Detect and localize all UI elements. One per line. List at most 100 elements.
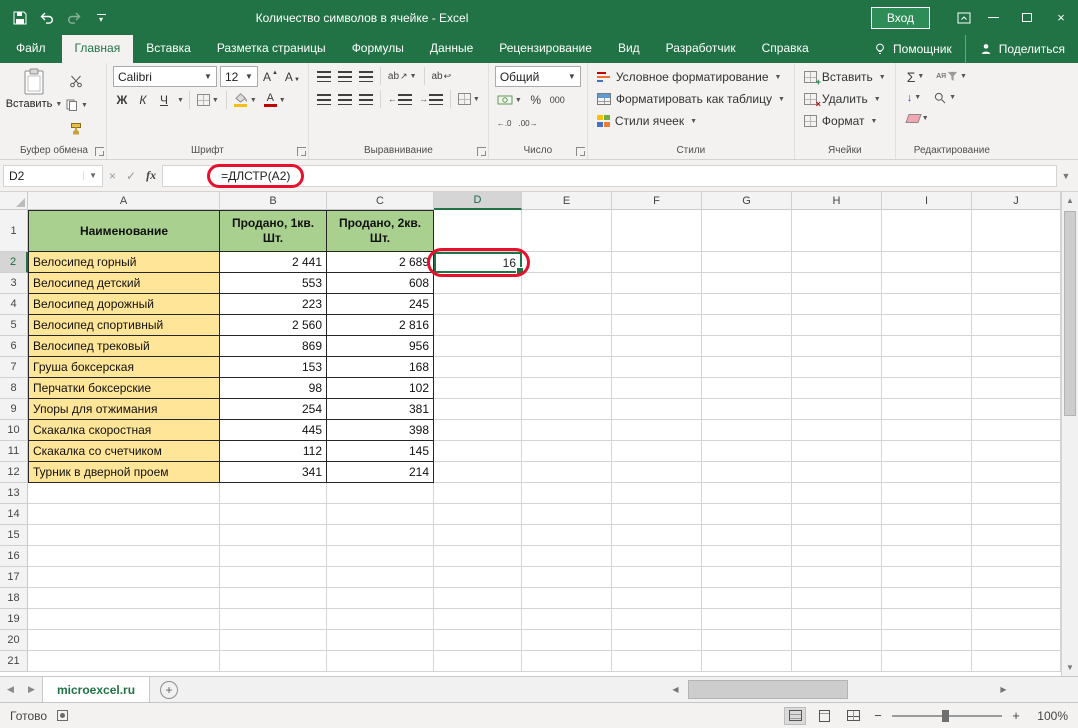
cell-I16[interactable] (882, 546, 972, 567)
bold-button[interactable]: Ж (113, 90, 131, 110)
cell-E12[interactable] (522, 462, 612, 483)
cell-I7[interactable] (882, 357, 972, 378)
cell-G15[interactable] (702, 525, 792, 546)
cell-B13[interactable] (220, 483, 327, 504)
zoom-slider-thumb[interactable] (942, 709, 949, 722)
cell-E2[interactable] (522, 252, 612, 273)
cell-E1[interactable] (522, 210, 612, 252)
vertical-scrollbar[interactable]: ▲ ▼ (1061, 192, 1078, 676)
new-sheet-button[interactable]: + (160, 680, 179, 699)
cell-A6[interactable]: Велосипед трековый (28, 336, 220, 357)
cell-B3[interactable]: 553 (220, 273, 327, 294)
cell-J10[interactable] (972, 420, 1061, 441)
cell-I9[interactable] (882, 399, 972, 420)
cell-B17[interactable] (220, 567, 327, 588)
align-bottom-button[interactable] (357, 66, 375, 86)
cell-C5[interactable]: 2 816 (327, 315, 434, 336)
cell-I2[interactable] (882, 252, 972, 273)
col-header-H[interactable]: H (792, 192, 882, 210)
cell-D7[interactable] (434, 357, 522, 378)
tab-главная[interactable]: Главная (61, 35, 134, 63)
cell-C14[interactable] (327, 504, 434, 525)
cell-I11[interactable] (882, 441, 972, 462)
cell-E4[interactable] (522, 294, 612, 315)
align-middle-button[interactable] (336, 66, 354, 86)
cell-F1[interactable] (612, 210, 702, 252)
cut-button[interactable] (63, 71, 90, 91)
cell-J15[interactable] (972, 525, 1061, 546)
cell-D15[interactable] (434, 525, 522, 546)
borders-button[interactable]: ▼ (195, 90, 221, 110)
cell-I4[interactable] (882, 294, 972, 315)
cell-H9[interactable] (792, 399, 882, 420)
cell-A12[interactable]: Турник в дверной проем (28, 462, 220, 483)
tab-формулы[interactable]: Формулы (339, 35, 417, 63)
cell-E17[interactable] (522, 567, 612, 588)
cell-C18[interactable] (327, 588, 434, 609)
cell-D16[interactable] (434, 546, 522, 567)
cell-F15[interactable] (612, 525, 702, 546)
cell-I3[interactable] (882, 273, 972, 294)
insert-cells-button[interactable]: + Вставить ▼ (801, 66, 889, 88)
tab-разметка-страницы[interactable]: Разметка страницы (204, 35, 339, 63)
cell-F21[interactable] (612, 651, 702, 672)
cell-E21[interactable] (522, 651, 612, 672)
cell-E7[interactable] (522, 357, 612, 378)
cell-C9[interactable]: 381 (327, 399, 434, 420)
cell-G14[interactable] (702, 504, 792, 525)
row-header-10[interactable]: 10 (0, 420, 28, 441)
sheet-tab-active[interactable]: microexcel.ru (42, 677, 151, 702)
cell-G11[interactable] (702, 441, 792, 462)
cell-H21[interactable] (792, 651, 882, 672)
cell-A14[interactable] (28, 504, 220, 525)
increase-decimal-button[interactable]: ←.0 (495, 113, 514, 133)
cell-I15[interactable] (882, 525, 972, 546)
cell-A16[interactable] (28, 546, 220, 567)
cell-E10[interactable] (522, 420, 612, 441)
cell-B19[interactable] (220, 609, 327, 630)
cell-I8[interactable] (882, 378, 972, 399)
cell-F12[interactable] (612, 462, 702, 483)
cell-I1[interactable] (882, 210, 972, 252)
font-color-button[interactable]: А ▼ (262, 90, 288, 110)
clipboard-dialog-launcher[interactable] (94, 147, 104, 156)
cell-C8[interactable]: 102 (327, 378, 434, 399)
cell-B5[interactable]: 2 560 (220, 315, 327, 336)
number-dialog-launcher[interactable] (575, 147, 585, 156)
col-header-B[interactable]: B (220, 192, 327, 210)
col-header-C[interactable]: C (327, 192, 434, 210)
cell-styles-button[interactable]: Стили ячеек ▼ (594, 110, 788, 132)
cell-B15[interactable] (220, 525, 327, 546)
cell-A15[interactable] (28, 525, 220, 546)
cell-J6[interactable] (972, 336, 1061, 357)
tab-вид[interactable]: Вид (605, 35, 653, 63)
cell-J3[interactable] (972, 273, 1061, 294)
cell-D5[interactable] (434, 315, 522, 336)
decrease-font-size-button[interactable]: А ▼ (283, 67, 302, 87)
format-cells-button[interactable]: Формат ▼ (801, 110, 889, 132)
row-header-2[interactable]: 2 (0, 252, 28, 273)
cell-B2[interactable]: 2 441 (220, 252, 327, 273)
cell-H19[interactable] (792, 609, 882, 630)
col-header-E[interactable]: E (522, 192, 612, 210)
copy-button[interactable]: ▼ (63, 95, 90, 115)
cell-J14[interactable] (972, 504, 1061, 525)
cell-G19[interactable] (702, 609, 792, 630)
cell-C1[interactable]: Продано, 2кв. Шт. (327, 210, 434, 252)
row-header-9[interactable]: 9 (0, 399, 28, 420)
cell-H2[interactable] (792, 252, 882, 273)
normal-view-button[interactable] (784, 706, 806, 725)
cell-A4[interactable]: Велосипед дорожный (28, 294, 220, 315)
cell-C17[interactable] (327, 567, 434, 588)
clear-button[interactable]: ▼ (905, 109, 931, 129)
cell-G12[interactable] (702, 462, 792, 483)
cell-H10[interactable] (792, 420, 882, 441)
horizontal-scrollbar-thumb[interactable] (688, 680, 848, 699)
cell-C20[interactable] (327, 630, 434, 651)
close-button[interactable]: × (1044, 0, 1078, 35)
cell-G2[interactable] (702, 252, 792, 273)
cell-H1[interactable] (792, 210, 882, 252)
cell-H20[interactable] (792, 630, 882, 651)
cell-E6[interactable] (522, 336, 612, 357)
scroll-right-icon[interactable]: ▶ (995, 677, 1012, 702)
